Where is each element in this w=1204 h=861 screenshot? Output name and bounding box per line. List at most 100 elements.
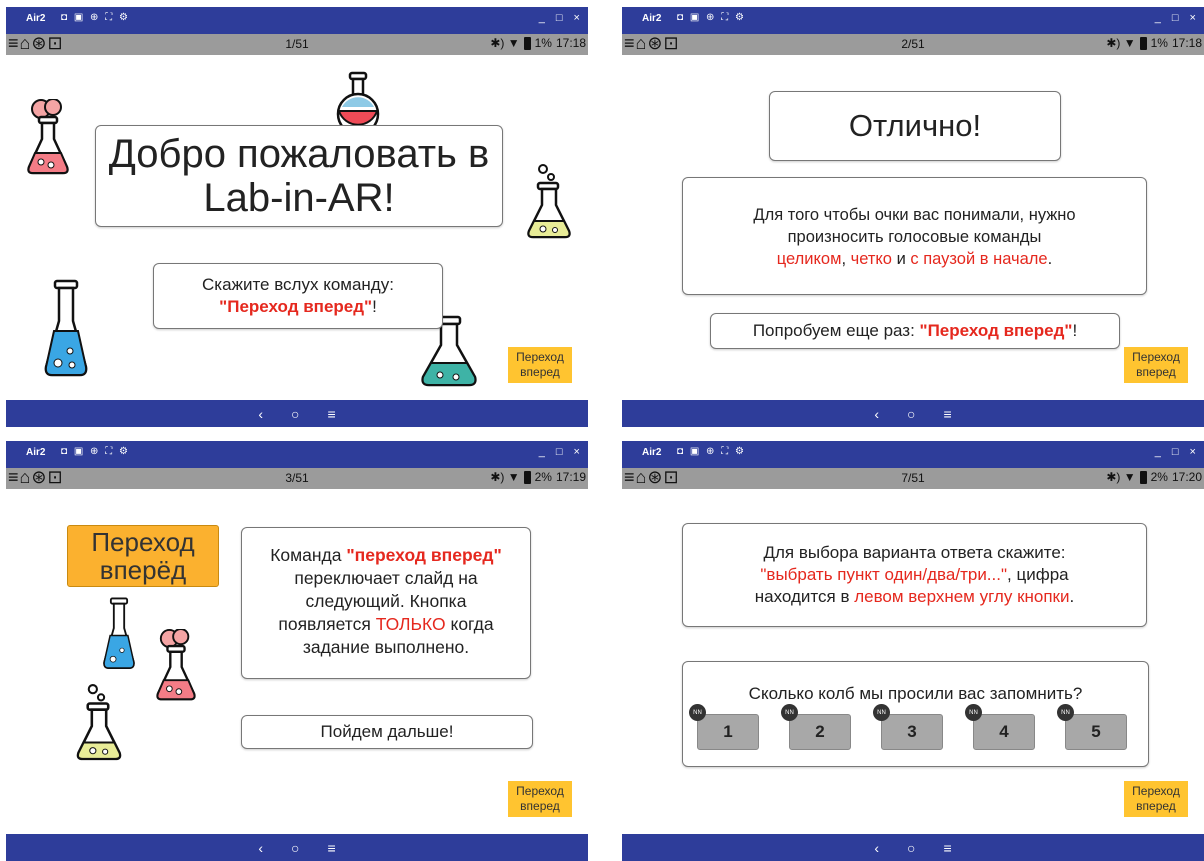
menu-icon[interactable]: ≡ (327, 406, 335, 422)
clock: 17:18 (1171, 36, 1202, 50)
home-icon[interactable]: ○ (907, 840, 915, 856)
window-title: Air2 (26, 13, 46, 24)
continue-hint: Пойдем дальше! (241, 715, 533, 749)
window-controls[interactable]: _ □ × (539, 446, 584, 458)
window-titlebar: Air2 ◘ ▣ ⊕ ⛶ ⚙ _ □ × (622, 441, 1204, 468)
forward-label-2: вперед (520, 799, 560, 813)
bluetooth-wifi-icon: ✱) ▼ (490, 470, 520, 484)
expl-line-2: переключает слайд на (294, 568, 478, 588)
bluetooth-wifi-icon: ✱) ▼ (1106, 470, 1136, 484)
expl-line-4: появляется ТОЛЬКО когда (242, 613, 530, 636)
window-title: Air2 (642, 447, 662, 458)
window-controls[interactable]: _ □ × (1155, 12, 1200, 24)
back-icon[interactable]: ‹ (258, 406, 263, 422)
forward-button[interactable]: Переход вперед (508, 347, 572, 383)
android-nav-bar: ‹ ○ ≡ (6, 834, 588, 861)
back-icon[interactable]: ‹ (874, 840, 879, 856)
menu-icon[interactable]: ≡ (943, 406, 951, 422)
question-text: Сколько колб мы просили вас запомнить? (748, 684, 1083, 703)
title-line-2: Lab-in-AR! (203, 176, 395, 220)
slide2-title: Отлично! (769, 91, 1061, 161)
retry-prefix: Попробуем еще раз: (752, 321, 920, 340)
pink-flask-icon (27, 99, 69, 175)
answer-option-2[interactable]: 2 (789, 714, 851, 750)
option-label: 2 (815, 722, 825, 741)
slide-panel-3: Air2 ◘ ▣ ⊕ ⛶ ⚙ _ □ × ≡⌂⊛⊡ 3/51 ✱) ▼ 2% 1… (6, 441, 588, 861)
option-label: 4 (999, 722, 1009, 741)
android-nav-bar: ‹ ○ ≡ (6, 400, 588, 427)
instr-red-2: четко (850, 250, 892, 268)
expl-red-2: ТОЛЬКО (375, 614, 446, 634)
status-right: ✱) ▼ 2% 17:19 (490, 470, 586, 484)
forward-label-1: Переход (516, 784, 564, 798)
option-label: 5 (1091, 722, 1101, 741)
hint-prompt: Скажите вслух команду: (202, 275, 394, 294)
blue-flask-icon (103, 597, 135, 669)
titlebar-icons: ◘ ▣ ⊕ ⛶ ⚙ (61, 446, 130, 457)
window-controls[interactable]: _ □ × (1155, 446, 1200, 458)
bluetooth-wifi-icon: ✱) ▼ (1106, 36, 1136, 50)
titlebar-icons: ◘ ▣ ⊕ ⛶ ⚙ (677, 12, 746, 23)
forward-button[interactable]: Переход вперед (508, 781, 572, 817)
forward-label-1: Переход (1132, 350, 1180, 364)
option-number-badge: NN (689, 704, 706, 721)
battery-level: 2% (1150, 470, 1168, 484)
menu-icon[interactable]: ≡ (943, 840, 951, 856)
clock: 17:19 (555, 470, 586, 484)
status-right: ✱) ▼ 1% 17:18 (490, 36, 586, 50)
title-line-1: Добро пожаловать в (108, 132, 490, 176)
option-label: 1 (723, 722, 733, 741)
slide2-instructions: Для того чтобы очки вас понимали, нужно … (682, 177, 1147, 295)
menu-icon[interactable]: ≡ (327, 840, 335, 856)
titlebar-icons: ◘ ▣ ⊕ ⛶ ⚙ (61, 12, 130, 23)
option-number-badge: NN (1057, 704, 1074, 721)
answer-option-3[interactable]: 3 (881, 714, 943, 750)
sample-forward-button: Переход вперёд (67, 525, 219, 587)
instr-line-2: "выбрать пункт один/два/три...", цифра (683, 564, 1146, 586)
expl-e: когда (445, 614, 494, 634)
home-icon[interactable]: ○ (907, 406, 915, 422)
instr-sep-1: , (841, 250, 851, 268)
answer-option-4[interactable]: 4 (973, 714, 1035, 750)
status-right: ✱) ▼ 1% 17:18 (1106, 36, 1202, 50)
hint-command-line: "Переход вперед"! (154, 296, 442, 318)
pink-flask-icon (156, 629, 196, 701)
instr-mid: , цифра (1007, 565, 1069, 584)
voice-command-hint: Скажите вслух команду: "Переход вперед"! (153, 263, 443, 329)
forward-label-2: вперед (520, 365, 560, 379)
home-icon[interactable]: ○ (291, 840, 299, 856)
answer-option-5[interactable]: 5 (1065, 714, 1127, 750)
instr-red-2: левом верхнем углу кнопки (854, 587, 1070, 606)
android-nav-bar: ‹ ○ ≡ (622, 834, 1204, 861)
battery-icon (523, 470, 531, 484)
forward-label-1: Переход (516, 350, 564, 364)
window-title: Air2 (642, 13, 662, 24)
home-icon[interactable]: ○ (291, 406, 299, 422)
retry-hint: Попробуем еще раз: "Переход вперед"! (710, 313, 1120, 349)
instr-line-2: произносить голосовые команды (787, 228, 1042, 246)
answer-option-1[interactable]: 1 (697, 714, 759, 750)
instr-red-3: с паузой в начале (910, 250, 1048, 268)
retry-command: "Переход вперед" (919, 321, 1073, 340)
back-icon[interactable]: ‹ (258, 840, 263, 856)
expl-line-5: задание выполнено. (302, 637, 470, 657)
instr-line-1: Для того чтобы очки вас понимали, нужно (753, 206, 1076, 224)
expl-d: появляется (278, 614, 376, 634)
window-titlebar: Air2 ◘ ▣ ⊕ ⛶ ⚙ _ □ × (6, 441, 588, 468)
battery-icon (1139, 470, 1147, 484)
window-controls[interactable]: _ □ × (539, 12, 584, 24)
instr-sep-2: и (892, 250, 911, 268)
status-bar: ≡⌂⊛⊡ 3/51 ✱) ▼ 2% 17:19 (6, 467, 588, 489)
battery-icon (1139, 36, 1147, 50)
sample-label-2: вперёд (99, 555, 187, 585)
command-explanation: Команда "переход вперед" переключает сла… (241, 527, 531, 679)
expl-a: Команда (270, 545, 347, 565)
forward-button[interactable]: Переход вперед (1124, 347, 1188, 383)
forward-label-2: вперед (1136, 365, 1176, 379)
bluetooth-wifi-icon: ✱) ▼ (490, 36, 520, 50)
hint-suffix: ! (372, 297, 377, 316)
blue-flask-icon (44, 279, 88, 377)
back-icon[interactable]: ‹ (874, 406, 879, 422)
window-titlebar: Air2 ◘ ▣ ⊕ ⛶ ⚙ _ □ × (622, 7, 1204, 34)
forward-button[interactable]: Переход вперед (1124, 781, 1188, 817)
